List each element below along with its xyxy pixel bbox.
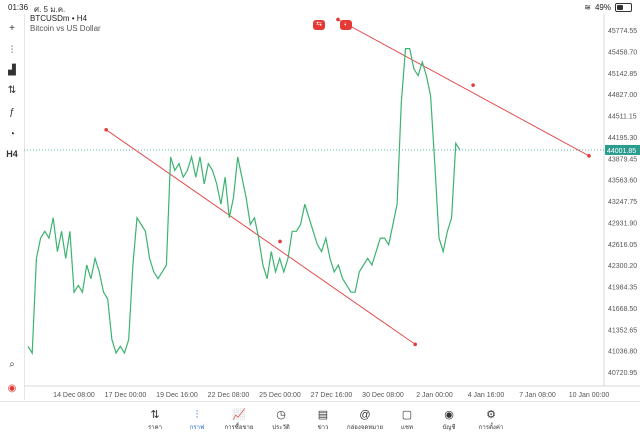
tab-label: การซื้อขาย	[224, 425, 254, 431]
trendline-anchor	[587, 154, 591, 158]
tab-label: แชท	[401, 425, 413, 431]
y-tick-label: 44195.30	[608, 135, 637, 142]
y-tick-label: 42616.05	[608, 242, 637, 249]
y-tick-label: 41668.50	[608, 306, 637, 313]
tab-label: บัญชี	[442, 425, 456, 431]
y-tick-label: 42931.90	[608, 220, 637, 227]
x-tick-label: 22 Dec 08:00	[208, 392, 250, 399]
battery-percent: 49%	[594, 3, 611, 12]
trendline-anchor	[278, 239, 282, 244]
tab-label: กราฟ	[189, 425, 205, 431]
y-tick-label: 43563.60	[608, 178, 637, 185]
status-right: ≋ 49%	[584, 3, 632, 12]
candles-icon[interactable]: ⫶	[4, 42, 20, 58]
quick-trade-icon[interactable]: ⌕	[4, 356, 20, 372]
y-tick-label: 44511.15	[608, 114, 637, 121]
y-tick-label: 40720.95	[608, 370, 637, 377]
y-tick-label: 41984.35	[608, 285, 637, 292]
tab-label: การตั้งค่า	[478, 425, 504, 431]
indicator-icon[interactable]: ⇅	[4, 82, 20, 98]
price-chart[interactable]: 45774.55 45458.70 45142.85 44827.00 44511.15…	[24, 14, 640, 401]
tab-settings[interactable]: ⚙ การตั้งค่า	[466, 408, 516, 432]
timeframe-label[interactable]: H4	[4, 146, 20, 162]
crosshair-icon[interactable]: +	[4, 20, 20, 36]
x-tick-label: 7 Jan 08:00	[519, 392, 556, 399]
y-tick-label: 45774.55	[608, 28, 637, 35]
trendline-anchor	[336, 17, 340, 22]
status-time: 01:36	[8, 3, 29, 12]
x-tick-label: 19 Dec 16:00	[156, 392, 198, 399]
x-tick-label: 14 Dec 08:00	[53, 392, 95, 399]
x-tick-label: 4 Jan 16:00	[468, 392, 505, 399]
tab-label: ประวัติ	[272, 425, 290, 431]
x-tick-label: 30 Dec 08:00	[362, 392, 404, 399]
trendline	[105, 129, 416, 345]
shapes-icon[interactable]: ◔	[4, 126, 20, 142]
y-tick-label: 45142.85	[608, 71, 637, 78]
bottom-tab-bar: ⇅ ราคา ⫶ กราฟ 📈 การซื้อขาย ◷ ประวัติ ▤ ข่าว @ กล่อง…	[0, 401, 640, 448]
status-bar: 01:36 ศ. 5 ม.ค. ≋ 49%	[0, 0, 640, 14]
y-tick-label: 41036.80	[608, 349, 637, 356]
current-price-label: 44001.85	[607, 148, 636, 155]
bars-icon[interactable]: ▟	[4, 62, 20, 78]
y-tick-label: 43247.75	[608, 199, 637, 206]
trendline-anchor	[104, 127, 108, 132]
price-series-line	[27, 48, 461, 356]
chart-toolbar: + ⫶ ▟ ⇅ ƒ ◔ H4 ⌕ ◉	[0, 14, 25, 400]
trendline-anchor	[471, 83, 475, 87]
x-tick-label: 25 Dec 00:00	[259, 392, 301, 399]
y-tick-label: 43879.45	[608, 156, 637, 163]
y-tick-label: 41352.65	[608, 327, 637, 334]
x-tick-label: 17 Dec 00:00	[105, 392, 147, 399]
y-tick-label: 44827.00	[608, 92, 637, 99]
tab-label: ข่าว	[317, 425, 329, 431]
function-icon[interactable]: ƒ	[4, 104, 20, 120]
wifi-icon: ≋	[584, 3, 591, 12]
x-tick-label: 27 Dec 16:00	[311, 392, 353, 399]
x-tick-label: 10 Jan 00:00	[569, 392, 610, 399]
one-click-icon[interactable]: ◉	[4, 380, 20, 396]
x-tick-label: 2 Jan 00:00	[416, 392, 453, 399]
y-tick-label: 42300.20	[608, 263, 637, 270]
battery-icon	[615, 3, 632, 12]
tab-label: กล่องจดหมาย	[346, 425, 384, 431]
y-tick-label: 45458.70	[608, 49, 637, 56]
trendline-anchor	[413, 342, 417, 347]
settings-icon: ⚙	[486, 409, 496, 421]
tab-label: ราคา	[148, 425, 162, 431]
trendline	[337, 19, 590, 157]
